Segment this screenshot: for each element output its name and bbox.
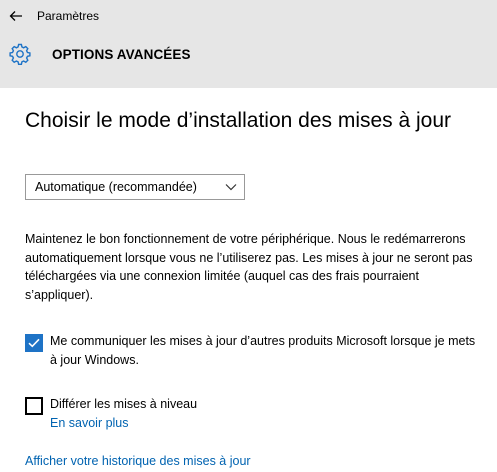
back-button[interactable]: [6, 7, 26, 25]
microsoft-updates-checkbox[interactable]: [25, 334, 43, 352]
defer-upgrades-option[interactable]: Différer les mises à niveau En savoir pl…: [25, 395, 197, 432]
defer-upgrades-label-group: Différer les mises à niveau En savoir pl…: [50, 395, 197, 432]
page-header: OPTIONS AVANCÉES: [0, 33, 497, 88]
app-title: Paramètres: [37, 9, 100, 23]
microsoft-updates-label: Me communiquer les mises à jour d’autres…: [50, 334, 476, 367]
microsoft-updates-option[interactable]: Me communiquer les mises à jour d’autres…: [25, 332, 480, 369]
dropdown-selected-value: Automatique (recommandée): [35, 180, 197, 194]
chevron-down-icon: [225, 184, 237, 191]
title-bar: Paramètres: [0, 0, 497, 33]
defer-upgrades-checkbox[interactable]: [25, 397, 43, 415]
install-mode-dropdown[interactable]: Automatique (recommandée): [25, 174, 245, 200]
install-mode-description: Maintenez le bon fonctionnement de votre…: [25, 232, 473, 302]
gear-icon: [9, 43, 31, 65]
section-heading: Choisir le mode d’installation des mises…: [25, 109, 452, 132]
update-history-link[interactable]: Afficher votre historique des mises à jo…: [25, 452, 251, 470]
page-title: OPTIONS AVANCÉES: [52, 47, 191, 62]
learn-more-link[interactable]: En savoir plus: [50, 414, 197, 432]
checkmark-icon: [28, 338, 40, 348]
defer-upgrades-label: Différer les mises à niveau: [50, 397, 198, 411]
back-arrow-icon: [9, 11, 22, 21]
